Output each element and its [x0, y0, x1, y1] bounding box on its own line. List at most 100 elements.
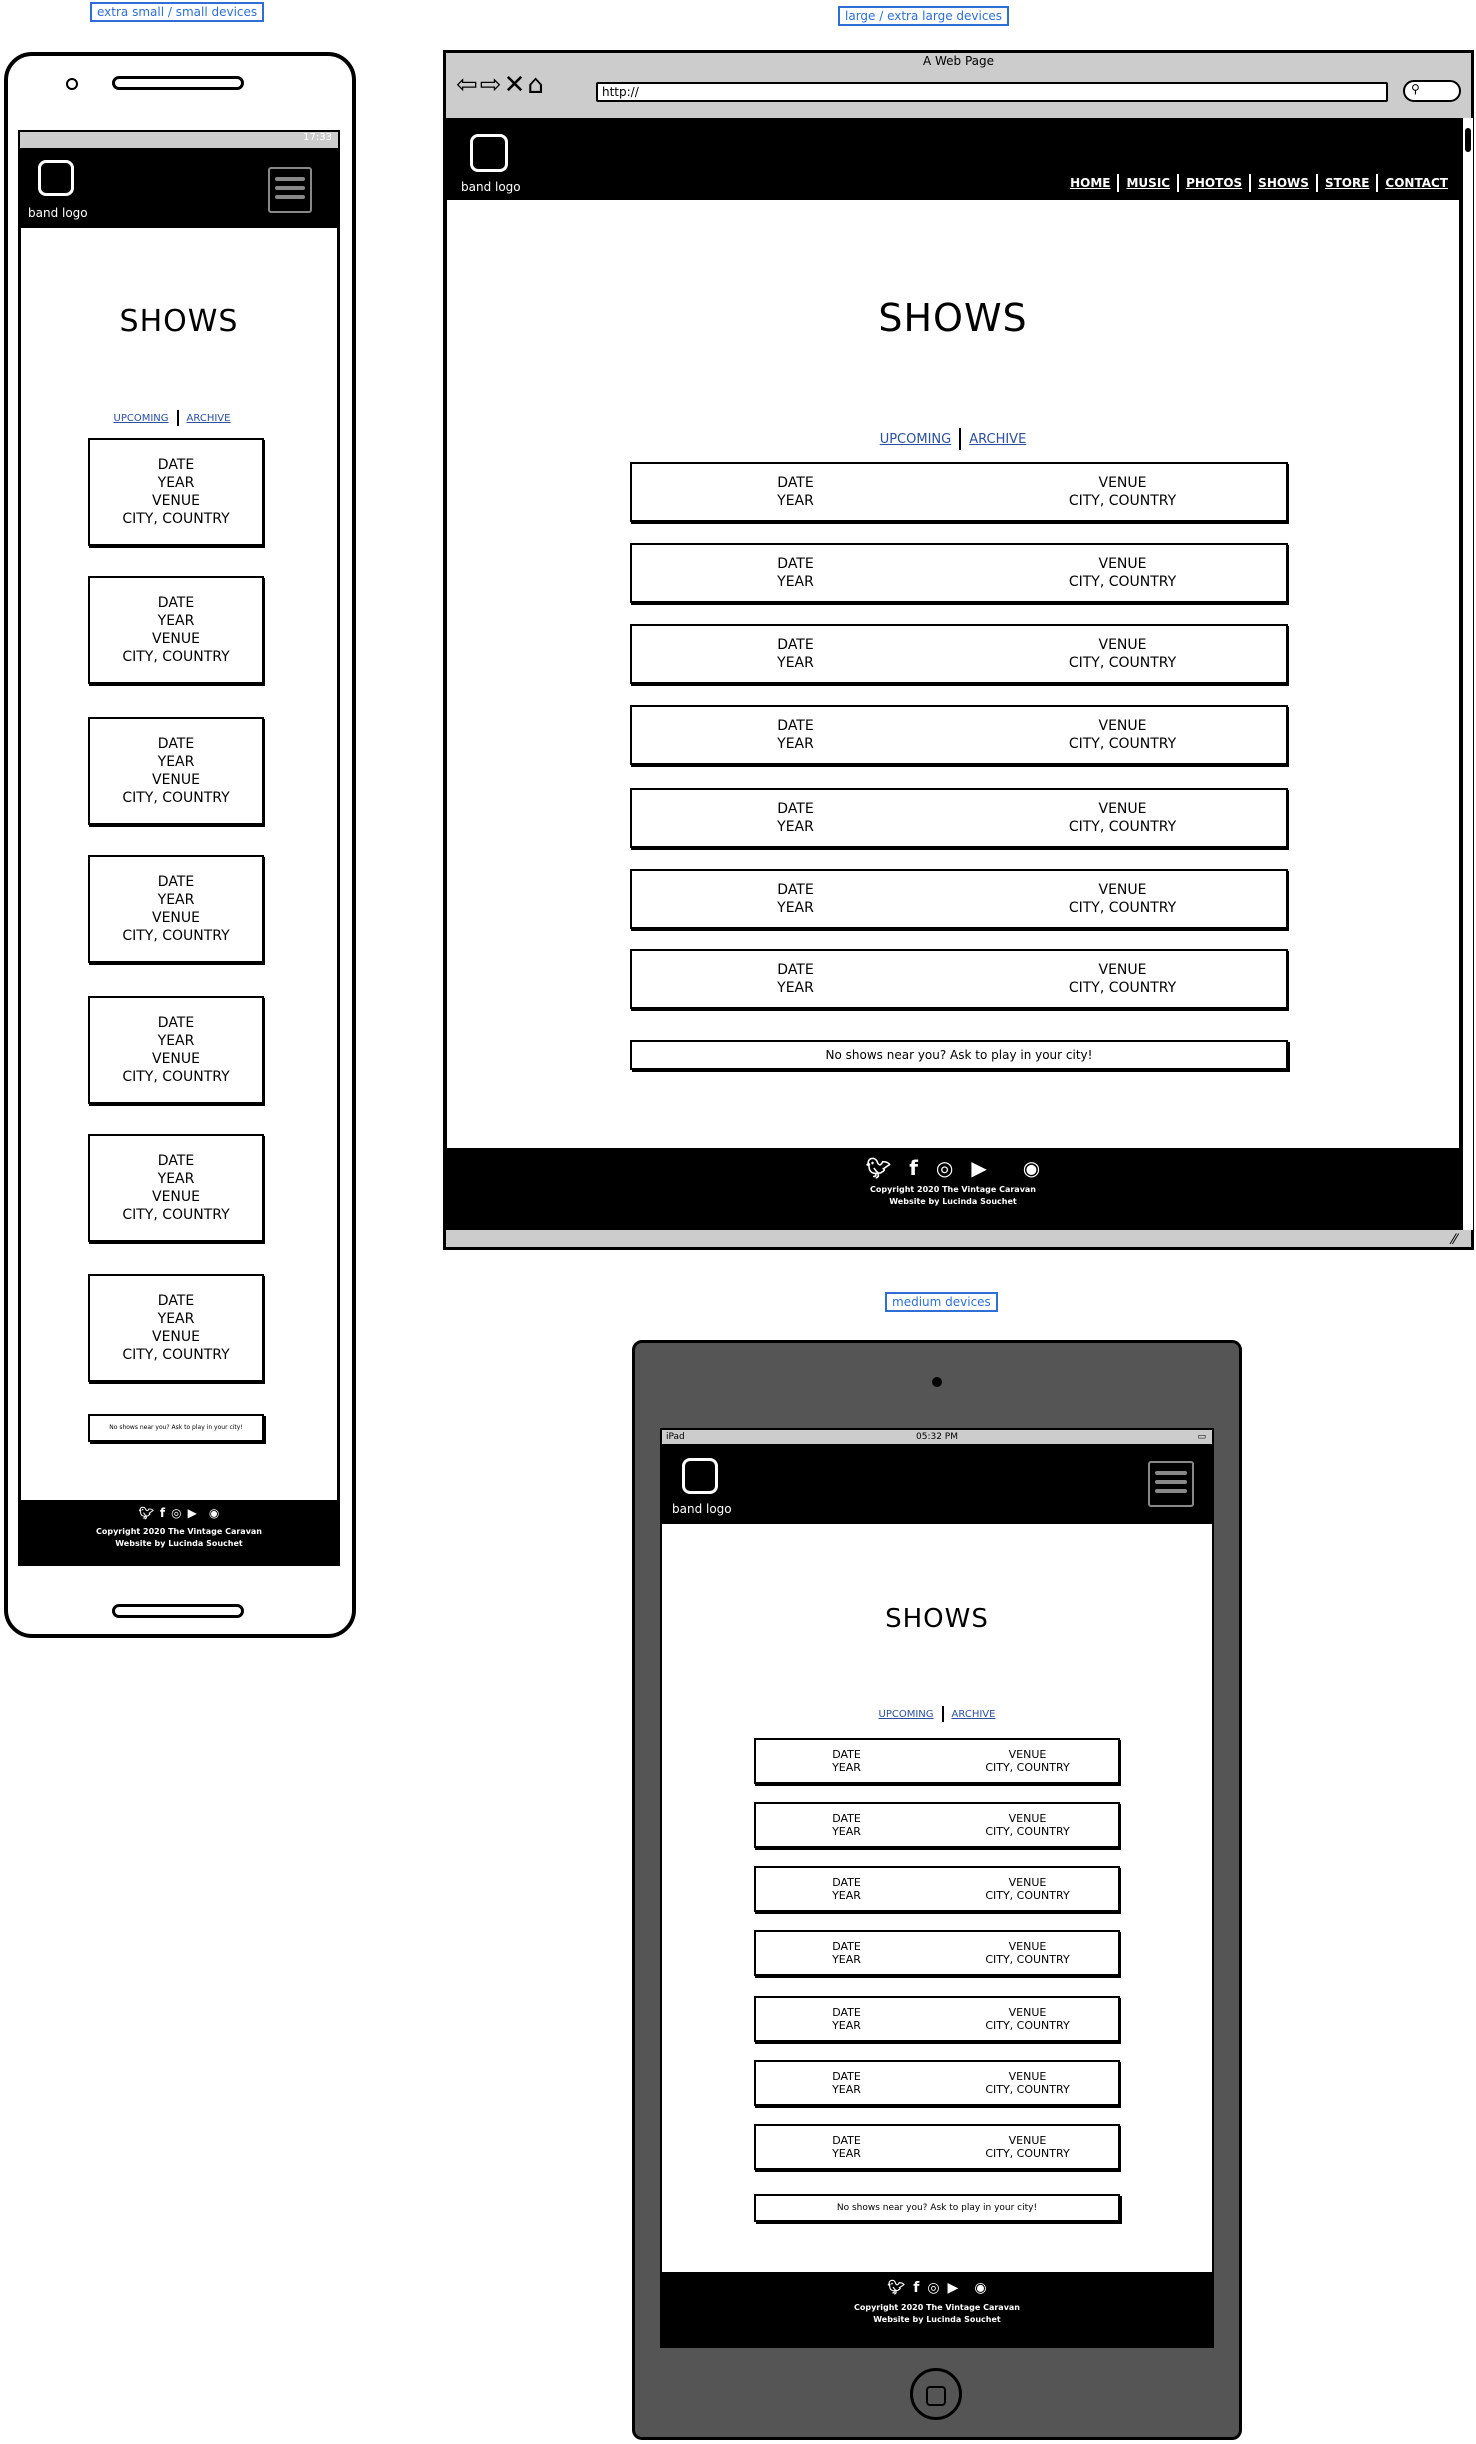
- youtube-icon[interactable]: ▶: [948, 2280, 959, 2296]
- show-venue: VENUE: [1008, 2006, 1047, 2019]
- spotify-icon[interactable]: ◉: [974, 2280, 986, 2296]
- show-date: DATE: [777, 556, 814, 572]
- nav-music[interactable]: MUSIC: [1126, 176, 1170, 190]
- show-venue: VENUE: [152, 493, 200, 509]
- browser-social-icons: 🐦︎ f ◎ ▶ ◉: [445, 1156, 1461, 1180]
- show-date-year: DATE YEAR: [632, 961, 959, 997]
- url-bar[interactable]: http://: [596, 82, 1388, 102]
- phone-show-card[interactable]: DATE YEAR VENUE CITY, COUNTRY: [88, 438, 264, 546]
- phone-logo-icon[interactable]: [38, 160, 74, 196]
- show-year: YEAR: [777, 574, 814, 590]
- youtube-icon[interactable]: ▶: [971, 1156, 986, 1180]
- home-icon[interactable]: ⌂: [527, 70, 546, 100]
- tablet-show-row[interactable]: DATE YEAR VENUE CITY, COUNTRY: [754, 1866, 1120, 1912]
- tablet-credit: Website by Lucinda Souchet: [873, 2315, 1001, 2324]
- tab-upcoming[interactable]: UPCOMING: [114, 413, 169, 424]
- phone-show-card[interactable]: DATE YEAR VENUE CITY, COUNTRY: [88, 717, 264, 825]
- tab-archive[interactable]: ARCHIVE: [952, 1709, 996, 1720]
- tab-upcoming[interactable]: UPCOMING: [879, 1709, 934, 1720]
- twitter-icon[interactable]: 🐦︎: [139, 1506, 154, 1520]
- show-year: YEAR: [777, 819, 814, 835]
- tablet-show-row[interactable]: DATE YEAR VENUE CITY, COUNTRY: [754, 1738, 1120, 1784]
- browser-ask-button[interactable]: No shows near you? Ask to play in your c…: [630, 1040, 1288, 1070]
- tablet-ask-button[interactable]: No shows near you? Ask to play in your c…: [754, 2194, 1120, 2222]
- tablet-social-icons: 🐦︎ f ◎ ▶ ◉: [660, 2280, 1214, 2296]
- tablet-logo-label: band logo: [672, 1502, 732, 1516]
- show-location: CITY, COUNTRY: [1068, 655, 1177, 671]
- nav-store[interactable]: STORE: [1325, 176, 1369, 190]
- nav-contact[interactable]: CONTACT: [1385, 176, 1448, 190]
- tablet-show-row[interactable]: DATE YEAR VENUE CITY, COUNTRY: [754, 1996, 1120, 2042]
- show-venue: VENUE: [1098, 637, 1147, 653]
- instagram-icon[interactable]: ◎: [171, 1506, 181, 1520]
- browser-show-row[interactable]: DATE YEAR VENUE CITY, COUNTRY: [630, 949, 1288, 1009]
- facebook-icon[interactable]: f: [909, 1156, 918, 1180]
- tablet-home-button[interactable]: [910, 2368, 962, 2420]
- show-venue: VENUE: [152, 1051, 200, 1067]
- twitter-icon[interactable]: 🐦︎: [866, 1156, 891, 1180]
- show-venue-location: VENUE CITY, COUNTRY: [959, 474, 1286, 510]
- tablet-logo-icon[interactable]: [682, 1458, 718, 1494]
- phone-show-card[interactable]: DATE YEAR VENUE CITY, COUNTRY: [88, 855, 264, 963]
- browser-search-icon[interactable]: ⚲: [1403, 80, 1461, 102]
- show-year: YEAR: [157, 613, 195, 629]
- show-venue: VENUE: [1098, 556, 1147, 572]
- tablet-hamburger-icon[interactable]: [1148, 1461, 1194, 1507]
- browser-show-row[interactable]: DATE YEAR VENUE CITY, COUNTRY: [630, 869, 1288, 929]
- show-venue: VENUE: [1098, 475, 1147, 491]
- tab-archive[interactable]: ARCHIVE: [187, 413, 231, 424]
- show-year: YEAR: [157, 475, 195, 491]
- nav-home[interactable]: HOME: [1070, 176, 1110, 190]
- browser-show-row[interactable]: DATE YEAR VENUE CITY, COUNTRY: [630, 705, 1288, 765]
- show-date: DATE: [832, 1940, 861, 1953]
- tablet-header: [662, 1444, 1212, 1524]
- show-date: DATE: [832, 2070, 861, 2083]
- spotify-icon[interactable]: ◉: [209, 1506, 219, 1520]
- tablet-tabs: UPCOMING ARCHIVE: [662, 1706, 1212, 1722]
- facebook-icon[interactable]: f: [160, 1506, 165, 1520]
- twitter-icon[interactable]: 🐦︎: [887, 2280, 905, 2296]
- tablet-show-row[interactable]: DATE YEAR VENUE CITY, COUNTRY: [754, 1802, 1120, 1848]
- phone-hamburger-icon[interactable]: [268, 167, 312, 213]
- browser-show-row[interactable]: DATE YEAR VENUE CITY, COUNTRY: [630, 462, 1288, 522]
- show-year: YEAR: [157, 754, 195, 770]
- nav-photos[interactable]: PHOTOS: [1186, 176, 1242, 190]
- show-venue: VENUE: [1098, 962, 1147, 978]
- phone-show-card[interactable]: DATE YEAR VENUE CITY, COUNTRY: [88, 1274, 264, 1382]
- phone-home-bar: [112, 1604, 244, 1618]
- instagram-icon[interactable]: ◎: [927, 2280, 939, 2296]
- tablet-show-row[interactable]: DATE YEAR VENUE CITY, COUNTRY: [754, 1930, 1120, 1976]
- browser-scrollbar[interactable]: [1461, 118, 1473, 1230]
- phone-show-card[interactable]: DATE YEAR VENUE CITY, COUNTRY: [88, 1134, 264, 1242]
- facebook-icon[interactable]: f: [913, 2280, 919, 2296]
- close-icon[interactable]: ✕: [504, 70, 528, 100]
- tablet-show-row[interactable]: DATE YEAR VENUE CITY, COUNTRY: [754, 2060, 1120, 2106]
- browser-logo-icon[interactable]: [470, 134, 508, 172]
- youtube-icon[interactable]: ▶: [188, 1506, 197, 1520]
- forward-icon[interactable]: ⇨: [480, 70, 504, 100]
- nav-shows[interactable]: SHOWS: [1258, 176, 1309, 190]
- show-year: YEAR: [157, 1171, 195, 1187]
- phone-show-card[interactable]: DATE YEAR VENUE CITY, COUNTRY: [88, 576, 264, 684]
- browser-show-row[interactable]: DATE YEAR VENUE CITY, COUNTRY: [630, 543, 1288, 603]
- show-venue-location: VENUE CITY, COUNTRY: [959, 636, 1286, 672]
- phone-clock: 17:33: [303, 132, 332, 143]
- instagram-icon[interactable]: ◎: [936, 1156, 953, 1180]
- tablet-show-row[interactable]: DATE YEAR VENUE CITY, COUNTRY: [754, 2124, 1120, 2170]
- browser-show-row[interactable]: DATE YEAR VENUE CITY, COUNTRY: [630, 624, 1288, 684]
- tab-upcoming[interactable]: UPCOMING: [880, 432, 952, 447]
- show-venue-location: VENUE CITY, COUNTRY: [937, 2070, 1118, 2096]
- resize-grip-icon[interactable]: ⁄⁄: [1452, 1232, 1457, 1248]
- show-date-year: DATE YEAR: [756, 2070, 937, 2096]
- phone-ask-button[interactable]: No shows near you? Ask to play in your c…: [88, 1414, 264, 1442]
- tab-archive[interactable]: ARCHIVE: [969, 432, 1026, 447]
- browser-show-row[interactable]: DATE YEAR VENUE CITY, COUNTRY: [630, 788, 1288, 848]
- phone-copyright: Copyright 2020 The Vintage Caravan: [95, 1527, 262, 1536]
- browser-title: A Web Page: [922, 54, 995, 68]
- show-date: DATE: [777, 718, 814, 734]
- spotify-icon[interactable]: ◉: [1023, 1156, 1040, 1180]
- phone-show-card[interactable]: DATE YEAR VENUE CITY, COUNTRY: [88, 996, 264, 1104]
- back-icon[interactable]: ⇦: [456, 70, 480, 100]
- tablet-footer: 🐦︎ f ◎ ▶ ◉ Copyright 2020 The Vintage Carava…: [660, 2272, 1214, 2348]
- show-venue: VENUE: [1098, 718, 1147, 734]
